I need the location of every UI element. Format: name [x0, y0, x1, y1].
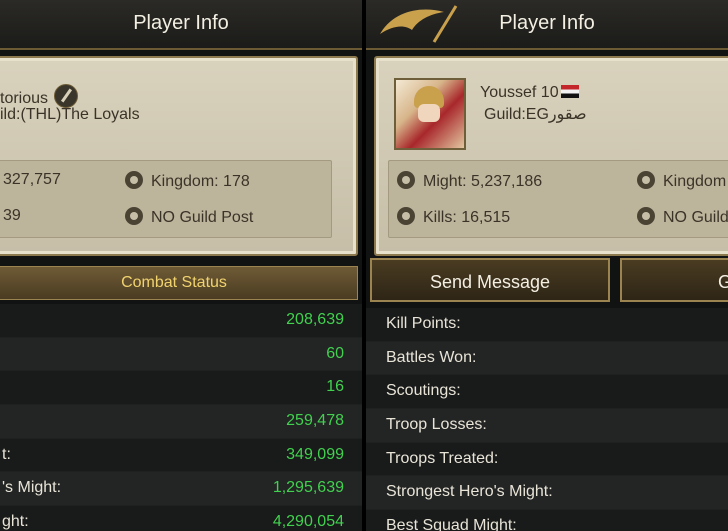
list-item: Kill Points:: [366, 308, 728, 342]
kills-stat: 39: [3, 207, 21, 224]
might-text: Might: 5,237,186: [423, 173, 543, 190]
combat-status-header[interactable]: Combat Status: [0, 266, 358, 300]
profile-card: torious ild:(THL)The Loyals 327,757 King…: [0, 56, 358, 256]
guild-post-text: NO Guild: [663, 209, 728, 226]
row-label: Troops Treated:: [386, 449, 499, 467]
kingdom-stat: Kingdom: [637, 171, 726, 191]
row-label: 's Might:: [2, 479, 62, 497]
stats-box: 327,757 Kingdom: 178 39 NO Guild Post: [0, 160, 332, 238]
row-label: Strongest Hero's Might:: [386, 483, 553, 501]
stats-box: Might: 5,237,186 Kingdom Kills: 16,515 N…: [388, 160, 728, 238]
helmet-icon: [637, 171, 655, 189]
title-bar: Player Info: [0, 0, 362, 50]
guild-crest-icon: [125, 207, 143, 225]
list-item: Troop Losses:: [366, 409, 728, 443]
row-label: t:: [2, 445, 11, 463]
list-item: 60: [0, 337, 362, 372]
list-item: Best Squad Might:: [366, 510, 728, 531]
crossed-swords-icon: [397, 171, 415, 189]
secondary-action-label: G: [718, 272, 728, 292]
combat-status-label: Combat Status: [121, 274, 227, 291]
feather-icon[interactable]: [54, 84, 79, 108]
list-item: t: 349,099: [0, 438, 362, 473]
profile-card: Youssef 10 Guild:EGصقور Might: 5,237,186…: [374, 56, 728, 256]
guild-name: ild:(THL)The Loyals: [0, 106, 140, 123]
guild-post-stat: NO Guild Post: [125, 207, 253, 227]
list-item: 's Might: 1,295,639: [0, 472, 362, 507]
player-info-panel-left: Player Info torious ild:(THL)The Loyals …: [0, 0, 362, 531]
helmet-icon: [125, 171, 143, 189]
player-name-text: torious: [0, 90, 49, 107]
row-label: ght:: [2, 513, 29, 531]
row-value: 259,478: [286, 412, 344, 430]
kingdom-text: Kingdom: [663, 173, 727, 190]
send-message-label: Send Message: [429, 272, 551, 292]
list-item: ght: 4,290,054: [0, 506, 362, 531]
secondary-action-button[interactable]: G: [620, 258, 728, 302]
player-name: torious: [0, 84, 79, 108]
row-label: Kill Points:: [386, 315, 461, 332]
skull-icon: [397, 207, 415, 225]
row-label: Scoutings:: [386, 382, 461, 400]
row-value: 349,099: [286, 445, 344, 463]
guild-post-stat: NO Guild: [637, 207, 728, 227]
kills-stat: Kills: 16,515: [397, 207, 510, 227]
combat-stats-list: 208,639 60 16 259,478 t: 349,099 's Might…: [0, 304, 362, 531]
guild-crest-icon: [637, 207, 655, 225]
list-item: 16: [0, 371, 362, 406]
row-value: 16: [326, 378, 344, 396]
guild-post-text: NO Guild Post: [151, 209, 254, 226]
kills-text: Kills: 16,515: [423, 209, 511, 226]
avatar[interactable]: [394, 78, 466, 150]
guild-name: Guild:EGصقور: [484, 106, 587, 123]
row-value: 1,295,639: [272, 479, 344, 497]
list-item: Troops Treated:: [366, 442, 728, 477]
player-name: Youssef 10: [480, 84, 579, 102]
might-stat: Might: 5,237,186: [397, 171, 542, 191]
might-stat: 327,757: [3, 171, 61, 188]
kingdom-text: Kingdom: 178: [151, 173, 250, 190]
list-item: Scoutings:: [366, 375, 728, 410]
player-name-text: Youssef 10: [480, 84, 559, 101]
list-item: 259,478: [0, 405, 362, 439]
page-title: Player Info: [499, 12, 595, 34]
list-item: Strongest Hero's Might:: [366, 476, 728, 511]
row-label: Troop Losses:: [386, 416, 487, 434]
list-item: 208,639: [0, 304, 362, 338]
kingdom-stat: Kingdom: 178: [125, 171, 250, 191]
page-title: Player Info: [133, 12, 229, 34]
row-label: Battles Won:: [386, 348, 477, 366]
row-value: 208,639: [286, 311, 344, 328]
combat-stats-list: Kill Points: Battles Won: Scoutings: Tro…: [366, 308, 728, 531]
row-value: 60: [326, 344, 344, 362]
title-bar: Player Info: [366, 0, 728, 50]
player-info-panel-right: Player Info Youssef 10 Guild:EGصقور Migh…: [366, 0, 728, 531]
row-label: Best Squad Might:: [386, 517, 517, 531]
send-message-button[interactable]: Send Message: [370, 258, 610, 302]
egypt-flag-icon: [560, 85, 579, 98]
list-item: Battles Won:: [366, 341, 728, 376]
row-value: 4,290,054: [272, 513, 344, 531]
